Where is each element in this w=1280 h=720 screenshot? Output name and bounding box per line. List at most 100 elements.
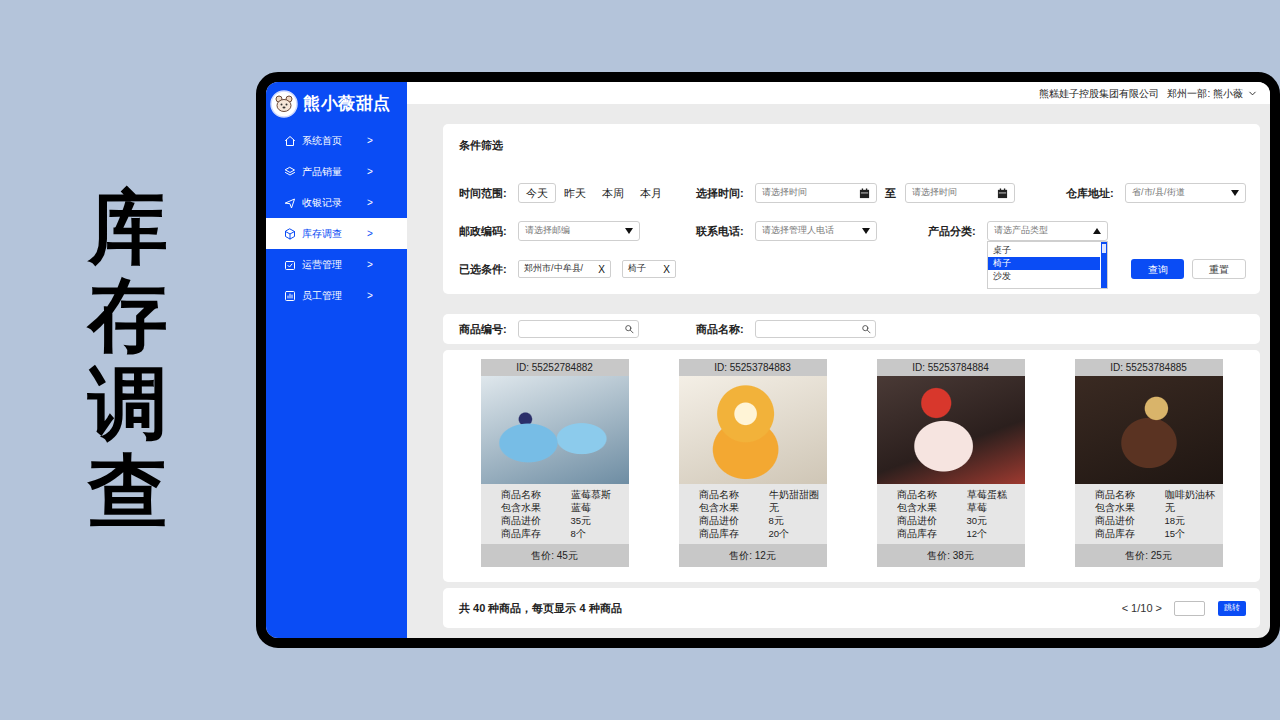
- scrollbar[interactable]: [1101, 242, 1107, 288]
- home-icon: [284, 135, 296, 147]
- sidebar-item[interactable]: 收银记录>: [266, 187, 407, 218]
- page-title: 库存调查: [88, 184, 168, 536]
- user-name[interactable]: 郑州一部: 熊小薇: [1167, 86, 1243, 101]
- field-label: 时间范围:: [459, 185, 518, 202]
- filter-row: 时间范围:今天昨天本周本月选择时间:请选择时间至请选择时间仓库地址:省/市/县/…: [459, 180, 1246, 206]
- tag-text: 椅子: [628, 262, 646, 276]
- category-option[interactable]: 沙发: [988, 270, 1100, 283]
- detail-label: 商品进价: [897, 514, 967, 527]
- page-indicator[interactable]: < 1/10 >: [1122, 600, 1162, 617]
- postcode-select[interactable]: 请选择邮编: [518, 221, 640, 241]
- phone-group: 联系电话:请选择管理人电话: [696, 221, 928, 241]
- detail-label: 商品库存: [897, 527, 967, 540]
- chevron: >: [367, 133, 373, 148]
- time-range-option[interactable]: 昨天: [556, 183, 594, 203]
- product-detail-row: 包含水果无: [1095, 501, 1223, 514]
- time-range-option[interactable]: 本月: [632, 183, 670, 203]
- product-card[interactable]: ID: 55253784883商品名称牛奶甜甜圈包含水果无商品进价8元商品库存2…: [679, 359, 827, 582]
- product-price: 售价: 25元: [1075, 544, 1223, 567]
- date-field[interactable]: 请选择时间: [755, 183, 877, 203]
- warehouse-select[interactable]: 省/市/县/街道: [1125, 183, 1246, 203]
- chevron: >: [367, 164, 373, 179]
- detail-value: 35元: [571, 514, 592, 527]
- detail-value: 12个: [967, 527, 988, 540]
- detail-value: 牛奶甜甜圈: [769, 488, 819, 501]
- date-field[interactable]: 请选择时间: [905, 183, 1015, 203]
- product-card[interactable]: ID: 55253784885商品名称咖啡奶油杯包含水果无商品进价18元商品库存…: [1075, 359, 1223, 582]
- page-jump-input[interactable]: [1174, 601, 1205, 616]
- detail-label: 商品名称: [897, 488, 967, 501]
- sidebar-item-label: 运营管理: [302, 257, 367, 272]
- category-option[interactable]: 桌子: [988, 244, 1100, 257]
- product-detail-row: 商品库存15个: [1095, 527, 1223, 540]
- product-details: 商品名称牛奶甜甜圈包含水果无商品进价8元商品库存20个: [679, 484, 827, 544]
- product-id: ID: 55253784884: [877, 359, 1025, 376]
- product-code-input[interactable]: [523, 322, 624, 336]
- product-code-group: 商品编号:: [459, 320, 696, 338]
- logo-text: 熊小薇甜点: [303, 91, 391, 117]
- product-details: 商品名称草莓蛋糕包含水果草莓商品进价30元商品库存12个: [877, 484, 1025, 544]
- calendar-icon: [997, 188, 1008, 199]
- field-placeholder: 请选产品类型: [994, 224, 1048, 238]
- product-card[interactable]: ID: 55252784882 商品名称蓝莓慕斯包含水果蓝莓商品进价35元商品库存…: [481, 359, 629, 582]
- sidebar-item[interactable]: 员工管理>: [266, 280, 407, 311]
- time-range-option[interactable]: 本周: [594, 183, 632, 203]
- phone-select[interactable]: 请选择管理人电话: [755, 221, 877, 241]
- jump-button[interactable]: 跳转: [1218, 601, 1246, 616]
- scrollbar-thumb[interactable]: [1102, 244, 1106, 253]
- main-area: 熊糕娃子控股集团有限公司郑州一部: 熊小薇 条件筛选时间范围:今天昨天本周本月选…: [407, 82, 1270, 638]
- category-option[interactable]: 椅子: [988, 257, 1100, 270]
- to-label: 至: [885, 185, 896, 202]
- detail-label: 包含水果: [699, 501, 769, 514]
- product-details: 商品名称蓝莓慕斯包含水果蓝莓商品进价35元商品库存8个: [481, 484, 629, 544]
- logo[interactable]: 熊小薇甜点: [266, 82, 407, 125]
- product-detail-row: 商品库存8个: [501, 527, 629, 540]
- detail-value: 18元: [1165, 514, 1186, 527]
- product-price: 售价: 38元: [877, 544, 1025, 567]
- product-id: ID: 55253784885: [1075, 359, 1223, 376]
- product-detail-row: 商品进价35元: [501, 514, 629, 527]
- detail-label: 商品名称: [699, 488, 769, 501]
- category-options-list: 桌子椅子沙发: [987, 241, 1108, 289]
- field-label: 邮政编码:: [459, 223, 518, 240]
- product-price: 售价: 45元: [481, 544, 629, 567]
- product-detail-row: 商品进价8元: [699, 514, 827, 527]
- filter-panel: 条件筛选时间范围:今天昨天本周本月选择时间:请选择时间至请选择时间仓库地址:省/…: [443, 124, 1260, 294]
- sidebar-item[interactable]: 系统首页>: [266, 125, 407, 156]
- time-range-group: 时间范围:今天昨天本周本月: [459, 183, 696, 203]
- query-button[interactable]: 查询: [1131, 259, 1184, 279]
- remove-tag-button[interactable]: X: [663, 262, 670, 277]
- cube-icon: [284, 228, 296, 240]
- sidebar: 熊小薇甜点系统首页>产品销量>收银记录>库存调查>运营管理>员工管理>: [266, 82, 407, 638]
- sidebar-item[interactable]: 产品销量>: [266, 156, 407, 187]
- search-icon: [861, 323, 871, 335]
- content-area: 条件筛选时间范围:今天昨天本周本月选择时间:请选择时间至请选择时间仓库地址:省/…: [407, 104, 1270, 638]
- product-photo: [1075, 376, 1223, 484]
- top-bar: 熊糕娃子控股集团有限公司郑州一部: 熊小薇: [407, 82, 1270, 104]
- postcode-group: 邮政编码:请选择邮编: [459, 221, 696, 241]
- detail-value: 无: [1165, 501, 1175, 514]
- product-id: ID: 55252784882: [481, 359, 629, 376]
- time-range-option[interactable]: 今天: [518, 183, 556, 203]
- reset-button[interactable]: 重置: [1192, 259, 1246, 279]
- category-dropdown: 请选产品类型桌子椅子沙发: [987, 221, 1108, 241]
- chevron: >: [367, 257, 373, 272]
- layers-icon: [284, 166, 296, 178]
- remove-tag-button[interactable]: X: [598, 262, 605, 277]
- bar-chart-icon: [284, 290, 296, 302]
- sidebar-item[interactable]: 运营管理>: [266, 249, 407, 280]
- product-card[interactable]: ID: 55253784884 商品名称草莓蛋糕包含水果草莓商品进价30元商品库存…: [877, 359, 1025, 582]
- pagination-bar: 共 40 种商品，每页显示 4 种商品< 1/10 >跳转: [443, 588, 1260, 628]
- product-name-input[interactable]: [760, 322, 861, 336]
- pagination-controls: < 1/10 > 跳转: [1122, 600, 1246, 617]
- calendar-icon: [859, 188, 870, 199]
- dropdown-arrow-icon: [1231, 190, 1239, 196]
- detail-label: 包含水果: [897, 501, 967, 514]
- filter-buttons: 查询重置: [1131, 259, 1246, 279]
- field-label: 已选条件:: [459, 261, 518, 278]
- select-time-group: 选择时间:请选择时间至请选择时间: [696, 183, 1015, 203]
- detail-label: 商品进价: [699, 514, 769, 527]
- category-select[interactable]: 请选产品类型: [987, 221, 1108, 241]
- sidebar-item[interactable]: 库存调查>: [266, 218, 407, 249]
- sidebar-item-label: 产品销量: [302, 164, 367, 179]
